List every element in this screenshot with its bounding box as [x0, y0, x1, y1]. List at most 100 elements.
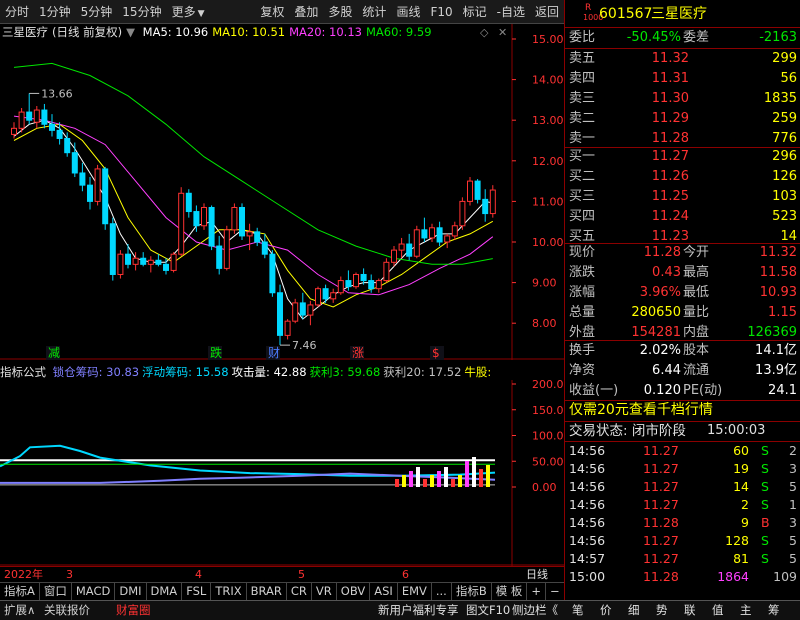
indicator-name[interactable]: 指标公式 [0, 365, 46, 379]
bottom-link[interactable]: 财富圈 [116, 601, 151, 620]
stat-label: 最低 [683, 285, 710, 300]
indicator-tab[interactable]: DMA [147, 583, 183, 600]
orderbook-row[interactable]: 卖四 11.31 56 [565, 69, 800, 89]
stat-value: 6.44 [652, 363, 681, 378]
indicator-tab[interactable]: FSL [182, 583, 212, 600]
side-tab[interactable]: 筹 [768, 601, 780, 620]
orderbook-row[interactable]: 卖五 11.32 299 [565, 49, 800, 69]
bottom-link[interactable]: 图文F10 [466, 601, 510, 620]
wei-cha-value: -2163 [759, 30, 797, 45]
indicator-bar [479, 469, 483, 487]
indicator-tab[interactable]: 指标B [452, 583, 492, 600]
high-label: 13.66 [41, 87, 72, 100]
indicator-tab[interactable]: OBV [337, 583, 371, 600]
side-tab[interactable]: 价 [600, 601, 612, 620]
toolbar-button[interactable]: F10 [425, 0, 457, 24]
bottom-link[interactable]: 侧边栏《 [512, 601, 558, 620]
indicator-tab[interactable]: ... [432, 583, 452, 600]
level-volume: 103 [772, 189, 797, 204]
candle [467, 177, 473, 206]
indicator-tab[interactable]: 模 板 [492, 583, 528, 600]
ma-value: MA10: 10.51 [212, 25, 286, 39]
period-tab[interactable]: 更多 ▼ [167, 0, 210, 24]
toolbar-button[interactable]: 标记 [458, 0, 492, 24]
candle [102, 166, 109, 230]
level-label: 卖三 [569, 91, 596, 106]
bottom-link[interactable]: 新用户福利专享 [378, 601, 459, 620]
indicator-tab[interactable]: ASI [370, 583, 398, 600]
indicator-tab[interactable]: BRAR [247, 583, 287, 600]
indicator-bar [395, 479, 399, 487]
side-tab[interactable]: 笔 [572, 601, 584, 620]
tick-price: 11.27 [643, 551, 679, 566]
y-tick-label: 14.00 [532, 74, 564, 87]
indicator-tab[interactable]: 窗口 [40, 583, 72, 600]
level-volume: 56 [780, 71, 797, 86]
orderbook-row[interactable]: 买一 11.27 296 [565, 147, 800, 167]
tick-side: S [761, 479, 769, 494]
indicator-tab[interactable]: DMI [115, 583, 147, 600]
indicator-tab[interactable]: VR [312, 583, 337, 600]
tick-side: S [761, 533, 769, 548]
tick-volume: 1864 [717, 569, 749, 584]
trade-status: 交易状态: 闭市阶段 15:00:03 [565, 421, 800, 441]
period-tab[interactable]: 1分钟 [34, 0, 76, 24]
tick-row: 14:56 11.28 9 B 3 [565, 514, 800, 532]
diamond-icon[interactable]: ◇ [480, 26, 488, 39]
stat-label: 收益(一) [569, 383, 619, 398]
tick-volume: 81 [733, 551, 749, 566]
level-volume: 299 [772, 51, 797, 66]
side-tab[interactable]: 细 [628, 601, 640, 620]
orderbook-row[interactable]: 卖二 11.29 259 [565, 109, 800, 129]
side-tab[interactable]: 主 [740, 601, 752, 620]
side-tab[interactable]: 值 [712, 601, 724, 620]
candle [459, 197, 466, 230]
toolbar-button[interactable]: 多股 [323, 0, 357, 24]
date-label: 4 [195, 568, 202, 581]
orderbook-row[interactable]: 卖三 11.30 1835 [565, 89, 800, 109]
orderbook-row[interactable]: 卖一 11.28 776 [565, 129, 800, 149]
indicator-tab[interactable]: TRIX [211, 583, 247, 600]
kline-chart[interactable]: 15.00 14.00 13.00 12.00 11.00 10.00 9.00 8.00 13… [0, 24, 564, 360]
wei-bi-value: -50.45% [626, 30, 681, 45]
ind-tick-label: 50.00 [532, 455, 564, 468]
event-marker: 财 [268, 346, 280, 360]
indicator-tab[interactable]: EMV [398, 583, 432, 600]
indicator-tab[interactable]: CR [287, 583, 312, 600]
event-marker: $ [432, 346, 440, 360]
side-tab[interactable]: 势 [656, 601, 668, 620]
promo-link[interactable]: 仅需20元查看千档行情 [569, 400, 800, 420]
orderbook-row[interactable]: 买三 11.25 103 [565, 187, 800, 207]
period-tab[interactable]: 5分钟 [76, 0, 118, 24]
status-time: 15:00:03 [707, 423, 766, 438]
toolbar-button[interactable]: 返回 [530, 0, 564, 24]
stat-value: 14.1亿 [755, 343, 797, 358]
bottom-link[interactable]: 关联报价 [44, 601, 90, 620]
level-price: 11.28 [651, 131, 689, 146]
tick-volume: 2 [741, 497, 749, 512]
indicator-chart[interactable]: 200.0 150.0 100.0 50.00 0.00 [0, 380, 564, 566]
caret-down-icon: ▼ [197, 8, 205, 19]
indicator-tab[interactable]: + [527, 583, 547, 600]
orderbook-row[interactable]: 买二 11.26 126 [565, 167, 800, 187]
toolbar-button[interactable]: 叠加 [289, 0, 323, 24]
period-tab[interactable]: 分时 [0, 0, 34, 24]
chart-settings-icon[interactable]: ▼ [126, 25, 135, 39]
indicator-tab[interactable]: − [546, 583, 565, 600]
toolbar-button[interactable]: -自选 [492, 0, 530, 24]
ind-tick-label: 100.0 [532, 430, 564, 443]
indicator-tab[interactable]: MACD [72, 583, 116, 600]
toolbar-button[interactable]: 统计 [357, 0, 391, 24]
indicator-tab[interactable]: 指标A [0, 583, 40, 600]
level-price: 11.26 [651, 169, 689, 184]
tick-count: 2 [789, 443, 797, 458]
bottom-link[interactable]: 扩展∧ [4, 601, 35, 620]
side-tab[interactable]: 联 [684, 601, 696, 620]
close-icon[interactable]: ✕ [498, 26, 507, 39]
indicator-bar [416, 467, 420, 487]
toolbar-button[interactable]: 画线 [391, 0, 425, 24]
tick-price: 11.28 [643, 569, 679, 584]
toolbar-button[interactable]: 复权 [255, 0, 289, 24]
orderbook-row[interactable]: 买四 11.24 523 [565, 207, 800, 227]
period-tab[interactable]: 15分钟 [117, 0, 166, 24]
